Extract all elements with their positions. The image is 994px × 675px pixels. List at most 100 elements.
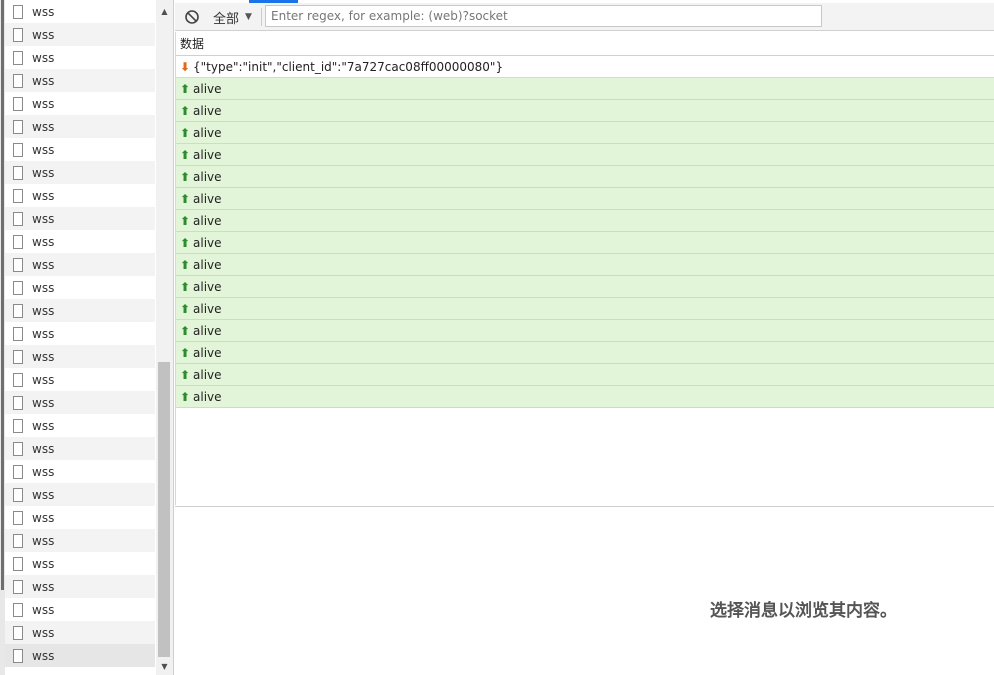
request-list-item[interactable]: wss xyxy=(5,23,155,46)
detail-placeholder-text: 选择消息以浏览其内容。 xyxy=(710,601,897,621)
request-list-item[interactable]: wss xyxy=(5,92,155,115)
request-list-item[interactable]: wss xyxy=(5,138,155,161)
document-icon xyxy=(13,464,23,479)
sent-message-row[interactable]: ⬆ alive xyxy=(175,276,994,298)
sent-message-row[interactable]: ⬆ alive xyxy=(175,342,994,364)
sent-message-row[interactable]: ⬆ alive xyxy=(175,254,994,276)
request-list-item[interactable]: wss xyxy=(5,276,155,299)
request-list-item[interactable]: wss xyxy=(5,644,155,667)
sent-message-row[interactable]: ⬆ alive xyxy=(175,122,994,144)
request-list-item[interactable]: wss xyxy=(5,207,155,230)
document-icon xyxy=(13,96,23,111)
document-icon xyxy=(13,326,23,341)
sent-message-row[interactable]: ⬆ alive xyxy=(175,386,994,408)
sent-message-row[interactable]: ⬆ alive xyxy=(175,166,994,188)
arrow-up-icon: ⬆ xyxy=(180,235,191,250)
request-name: wss xyxy=(32,625,55,640)
request-list-item[interactable]: wss xyxy=(5,230,155,253)
sent-message-row[interactable]: ⬆ alive xyxy=(175,320,994,342)
request-name: wss xyxy=(32,142,55,157)
arrow-up-icon: ⬆ xyxy=(180,125,191,140)
request-name: wss xyxy=(32,303,55,318)
scroll-down-arrow-icon[interactable]: ▼ xyxy=(156,659,173,675)
block-icon[interactable] xyxy=(184,9,200,25)
request-list-item[interactable]: wss xyxy=(5,552,155,575)
message-text: alive xyxy=(193,147,222,162)
message-filter-select[interactable]: 全部 ▼ xyxy=(213,7,252,27)
request-name: wss xyxy=(32,96,55,111)
request-list-scrollbar[interactable]: ▲ ▼ xyxy=(156,0,173,675)
document-icon xyxy=(13,602,23,617)
request-list-item[interactable]: wss xyxy=(5,46,155,69)
request-list-item[interactable]: wss xyxy=(5,184,155,207)
data-column-header[interactable]: 数据 xyxy=(175,32,994,56)
sent-message-row[interactable]: ⬆ alive xyxy=(175,298,994,320)
message-text: alive xyxy=(193,235,222,250)
document-icon xyxy=(13,510,23,525)
request-list-item[interactable]: wss xyxy=(5,345,155,368)
request-name: wss xyxy=(32,165,55,180)
messages-table: 数据 ⬇ {"type":"init","client_id":"7a727cac… xyxy=(175,32,994,507)
document-icon xyxy=(13,119,23,134)
request-list-item[interactable]: wss xyxy=(5,368,155,391)
request-name: wss xyxy=(32,372,55,387)
request-name: wss xyxy=(32,395,55,410)
arrow-up-icon: ⬆ xyxy=(180,191,191,206)
request-list-item[interactable]: wss xyxy=(5,161,155,184)
request-list-item[interactable]: wss xyxy=(5,621,155,644)
chevron-down-icon: ▼ xyxy=(245,12,252,22)
request-list-item[interactable]: wss xyxy=(5,414,155,437)
document-icon xyxy=(13,27,23,42)
sent-message-row[interactable]: ⬆ alive xyxy=(175,364,994,386)
messages-toolbar: 全部 ▼ xyxy=(175,3,994,31)
document-icon xyxy=(13,487,23,502)
request-list-item[interactable]: wss xyxy=(5,506,155,529)
request-list-item[interactable]: wss xyxy=(5,0,155,23)
document-icon xyxy=(13,349,23,364)
arrow-up-icon: ⬆ xyxy=(180,213,191,228)
request-name: wss xyxy=(32,119,55,134)
message-text: alive xyxy=(193,389,222,404)
message-text: alive xyxy=(193,345,222,360)
message-text: {"type":"init","client_id":"7a727cac08ff… xyxy=(193,59,504,74)
request-name: wss xyxy=(32,257,55,272)
messages-empty-area xyxy=(175,408,994,505)
request-list-item[interactable]: wss xyxy=(5,253,155,276)
sent-message-row[interactable]: ⬆ alive xyxy=(175,78,994,100)
sent-message-row[interactable]: ⬆ alive xyxy=(175,100,994,122)
sent-message-row[interactable]: ⬆ alive xyxy=(175,144,994,166)
received-message-row[interactable]: ⬇ {"type":"init","client_id":"7a727cac08f… xyxy=(175,56,994,78)
arrow-up-icon: ⬆ xyxy=(180,301,191,316)
request-list-item[interactable]: wss xyxy=(5,483,155,506)
request-list-item[interactable]: wss xyxy=(5,299,155,322)
request-name: wss xyxy=(32,441,55,456)
request-list-item[interactable]: wss xyxy=(5,322,155,345)
message-text: alive xyxy=(193,279,222,294)
request-name: wss xyxy=(32,487,55,502)
scroll-up-arrow-icon[interactable]: ▲ xyxy=(156,4,173,20)
request-list-item[interactable]: wss xyxy=(5,391,155,414)
request-name: wss xyxy=(32,50,55,65)
sent-message-row[interactable]: ⬆ alive xyxy=(175,188,994,210)
sent-message-row[interactable]: ⬆ alive xyxy=(175,232,994,254)
sent-message-row[interactable]: ⬆ alive xyxy=(175,210,994,232)
document-icon xyxy=(13,50,23,65)
document-icon xyxy=(13,303,23,318)
request-list-item[interactable]: wss xyxy=(5,529,155,552)
request-list-item[interactable]: wss xyxy=(5,460,155,483)
request-name: wss xyxy=(32,579,55,594)
document-icon xyxy=(13,280,23,295)
request-list-item[interactable]: wss xyxy=(5,598,155,621)
message-text: alive xyxy=(193,191,222,206)
scrollbar-thumb[interactable] xyxy=(158,362,170,657)
document-icon xyxy=(13,533,23,548)
request-list-item[interactable]: wss xyxy=(5,69,155,92)
message-text: alive xyxy=(193,103,222,118)
regex-filter-input[interactable] xyxy=(265,5,822,27)
request-list-item[interactable]: wss xyxy=(5,437,155,460)
arrow-up-icon: ⬆ xyxy=(180,257,191,272)
document-icon xyxy=(13,257,23,272)
request-list-item[interactable]: wss xyxy=(5,115,155,138)
request-list-item[interactable]: wss xyxy=(5,575,155,598)
arrow-up-icon: ⬆ xyxy=(180,389,191,404)
